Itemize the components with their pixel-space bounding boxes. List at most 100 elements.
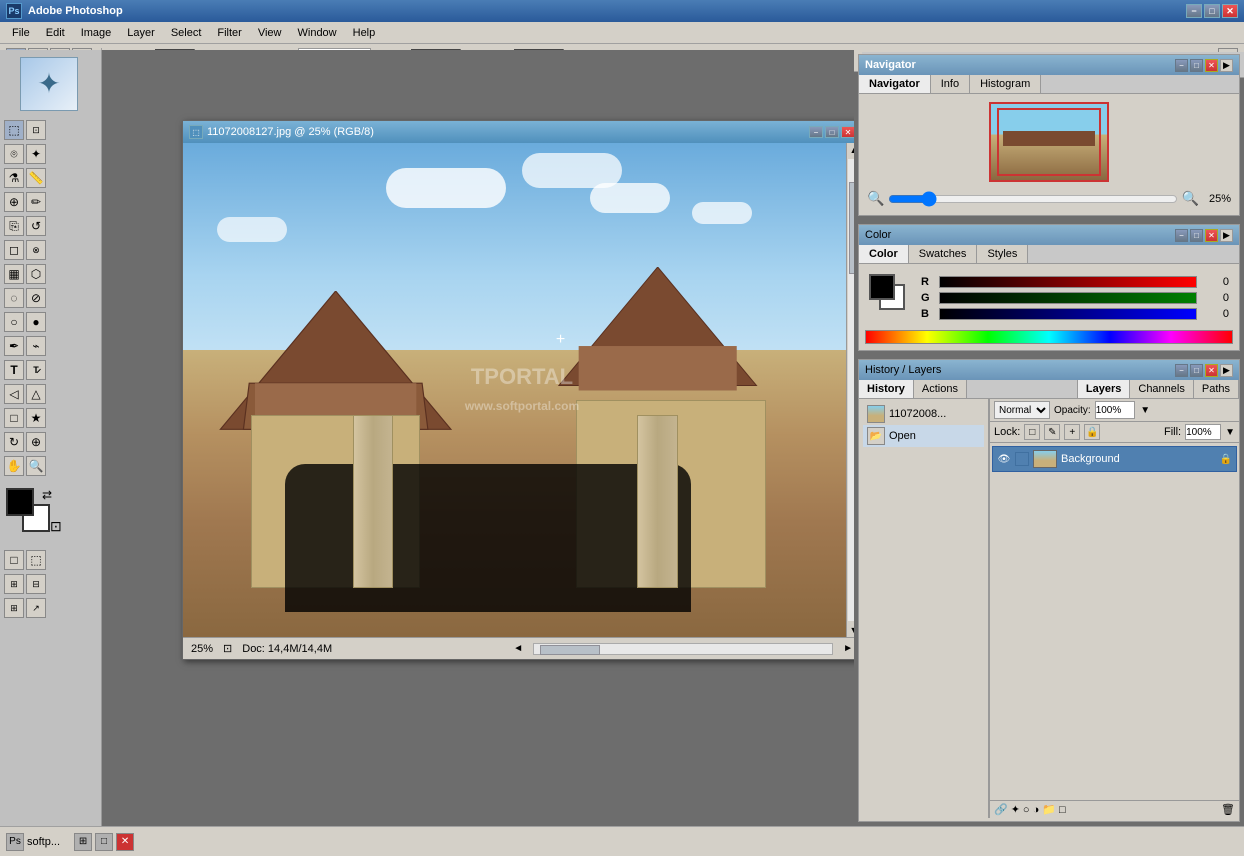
delete-layer-btn[interactable]: 🗑 xyxy=(1221,803,1235,816)
maximize-button[interactable]: □ xyxy=(1204,4,1220,18)
fill-input[interactable] xyxy=(1185,424,1221,440)
minimize-button[interactable]: − xyxy=(1186,4,1202,18)
tool-lasso[interactable]: ⌾ xyxy=(4,144,24,164)
tab-styles[interactable]: Styles xyxy=(977,245,1028,263)
hist-panel-options[interactable]: ▶ xyxy=(1220,364,1233,377)
tool-3d-pan[interactable]: ⊕ xyxy=(26,432,46,452)
menu-edit[interactable]: Edit xyxy=(38,25,73,41)
tool-text-vertical[interactable]: T̷ xyxy=(26,360,46,380)
color-spectrum[interactable] xyxy=(865,330,1233,344)
quick-mask-btn[interactable]: ⬚ xyxy=(26,550,46,570)
tool-dodge[interactable]: ○ xyxy=(4,312,24,332)
swap-colors-icon[interactable]: ⇄ xyxy=(42,488,52,502)
menu-help[interactable]: Help xyxy=(345,25,384,41)
tool-3d-rotate[interactable]: ↻ xyxy=(4,432,24,452)
tool-smudge[interactable]: ⊘ xyxy=(26,288,46,308)
tool-marquee[interactable]: ⬚ xyxy=(4,120,24,140)
layer-style-btn[interactable]: ✦ xyxy=(1011,803,1020,816)
tab-info[interactable]: Info xyxy=(931,75,970,93)
tool-rectangle[interactable]: □ xyxy=(4,408,24,428)
layer-mask-btn[interactable]: ○ xyxy=(1023,804,1030,816)
layer-group-btn[interactable]: 📁 xyxy=(1042,803,1056,816)
tab-paths[interactable]: Paths xyxy=(1194,380,1239,398)
standard-mode-btn[interactable]: □ xyxy=(4,550,24,570)
tool-gradient[interactable]: ▦ xyxy=(4,264,24,284)
layer-visibility-icon[interactable]: 👁 xyxy=(997,452,1011,466)
layer-link-btn[interactable]: 🔗 xyxy=(994,803,1008,816)
hist-panel-close[interactable]: ✕ xyxy=(1205,364,1218,377)
history-item-open-file[interactable]: 11072008... xyxy=(863,403,984,425)
menu-layer[interactable]: Layer xyxy=(119,25,163,41)
tool-crop-right[interactable]: ⊡ xyxy=(26,120,46,140)
fg-color-picker[interactable] xyxy=(869,274,895,300)
hist-panel-minimize[interactable]: − xyxy=(1175,364,1188,377)
tool-path-select[interactable]: ◁ xyxy=(4,384,24,404)
screen-mode-btn[interactable]: ⊞ xyxy=(4,574,24,594)
tool-paint-bucket[interactable]: ⬡ xyxy=(26,264,46,284)
color-panel-minimize[interactable]: − xyxy=(1175,229,1188,242)
tab-actions[interactable]: Actions xyxy=(914,380,967,398)
tool-freeform-pen[interactable]: ⌁ xyxy=(26,336,46,356)
reset-colors-icon[interactable]: ⊡ xyxy=(50,518,62,535)
opacity-input[interactable] xyxy=(1095,401,1135,419)
color-panel-restore[interactable]: □ xyxy=(1190,229,1203,242)
lock-position-btn[interactable]: + xyxy=(1064,424,1080,440)
tab-color[interactable]: Color xyxy=(859,245,909,263)
hist-panel-restore[interactable]: □ xyxy=(1190,364,1203,377)
history-item-current[interactable]: 📂 Open xyxy=(863,425,984,447)
statusbar-close-btn[interactable]: ✕ xyxy=(116,833,134,851)
tool-brush[interactable]: ✏ xyxy=(26,192,46,212)
layer-link-icon[interactable] xyxy=(1015,452,1029,466)
zoom-in-icon[interactable]: 🔍 xyxy=(1182,190,1199,207)
menu-select[interactable]: Select xyxy=(163,25,210,41)
tab-swatches[interactable]: Swatches xyxy=(909,245,978,263)
nav-panel-options[interactable]: ▶ xyxy=(1220,59,1233,72)
color-panel-options[interactable]: ▶ xyxy=(1220,229,1233,242)
menu-view[interactable]: View xyxy=(250,25,290,41)
color-panel-close[interactable]: ✕ xyxy=(1205,229,1218,242)
fg-color-swatch[interactable] xyxy=(6,488,34,516)
screen-mode2-btn[interactable]: ⊟ xyxy=(26,574,46,594)
tab-navigator[interactable]: Navigator xyxy=(859,75,931,93)
layer-adj-btn[interactable]: ◑ xyxy=(1033,804,1040,816)
menu-file[interactable]: File xyxy=(4,25,38,41)
tool-bg-eraser[interactable]: ⊗ xyxy=(26,240,46,260)
extra-tool1[interactable]: ⊞ xyxy=(4,598,24,618)
new-layer-btn[interactable]: □ xyxy=(1059,804,1066,816)
tool-burn[interactable]: ● xyxy=(26,312,46,332)
doc-scroll-left-btn[interactable]: ◄ xyxy=(513,643,523,654)
lock-image-btn[interactable]: ✎ xyxy=(1044,424,1060,440)
tab-layers[interactable]: Layers xyxy=(1078,380,1130,398)
lock-all-btn[interactable]: 🔒 xyxy=(1084,424,1100,440)
fill-chevron[interactable]: ▼ xyxy=(1225,427,1235,438)
tool-clone[interactable]: ⎘ xyxy=(4,216,24,236)
doc-vscroll[interactable]: ▲ ▼ xyxy=(846,143,854,637)
blend-mode-select[interactable]: Normal Multiply Screen xyxy=(994,401,1050,419)
lock-transparent-btn[interactable]: □ xyxy=(1024,424,1040,440)
tool-text[interactable]: T xyxy=(4,360,24,380)
menu-window[interactable]: Window xyxy=(290,25,345,41)
tool-zoom[interactable]: 🔍 xyxy=(26,456,46,476)
zoom-slider[interactable] xyxy=(888,192,1177,206)
tool-history-brush[interactable]: ↺ xyxy=(26,216,46,236)
doc-window-controls[interactable]: − □ ✕ xyxy=(809,126,854,138)
tab-history[interactable]: History xyxy=(859,380,914,398)
window-controls[interactable]: − □ ✕ xyxy=(1186,4,1238,18)
doc-scroll-right-btn[interactable]: ► xyxy=(843,643,853,654)
tool-blur[interactable]: ◌ xyxy=(4,288,24,308)
statusbar-spread-btn[interactable]: ⊞ xyxy=(74,833,92,851)
nav-panel-restore[interactable]: □ xyxy=(1190,59,1203,72)
tool-wand[interactable]: ✦ xyxy=(26,144,46,164)
opacity-chevron[interactable]: ▼ xyxy=(1139,404,1152,417)
extra-tool2[interactable]: ↗ xyxy=(26,598,46,618)
doc-minimize-btn[interactable]: − xyxy=(809,126,823,138)
tool-eyedropper[interactable]: ⚗ xyxy=(4,168,24,188)
nav-panel-close[interactable]: ✕ xyxy=(1205,59,1218,72)
nav-panel-minimize[interactable]: − xyxy=(1175,59,1188,72)
tool-eraser[interactable]: ◻ xyxy=(4,240,24,260)
doc-close-btn[interactable]: ✕ xyxy=(841,126,854,138)
tool-custom-shape[interactable]: ★ xyxy=(26,408,46,428)
menu-image[interactable]: Image xyxy=(73,25,120,41)
layer-item-background[interactable]: 👁 Background 🔒 xyxy=(992,446,1237,472)
tool-hand[interactable]: ✋ xyxy=(4,456,24,476)
